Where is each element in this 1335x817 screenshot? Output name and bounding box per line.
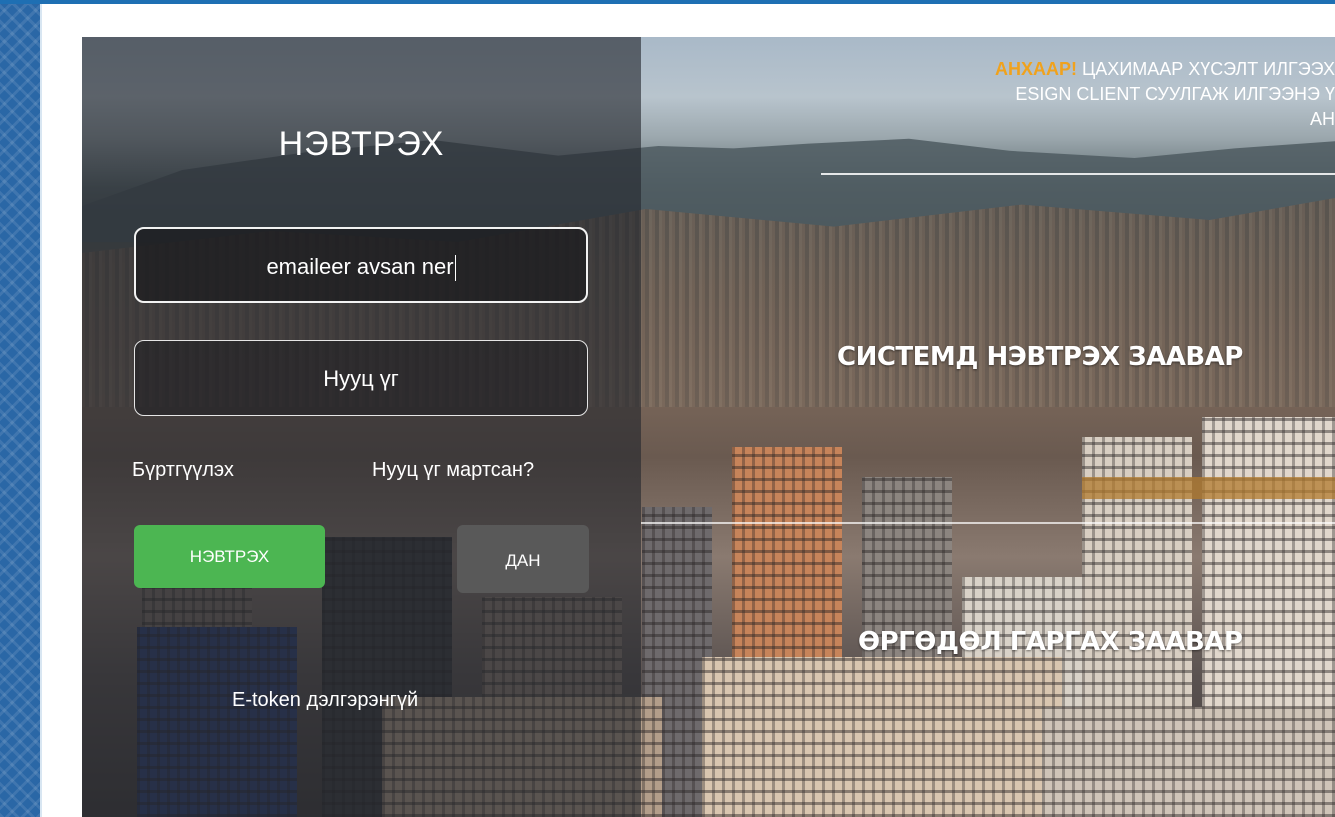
- side-divider: [40, 4, 42, 817]
- system-login-guide-link[interactable]: СИСТЕМД НЭВТРЭХ ЗААВАР: [837, 342, 1243, 372]
- register-link[interactable]: Бүртгүүлэх: [132, 459, 234, 482]
- login-button[interactable]: НЭВТРЭХ: [134, 525, 325, 588]
- forgot-password-link[interactable]: Нууц үг мартсан?: [372, 459, 534, 482]
- notice-line-1: ЦАХИМААР ХҮСЭЛТ ИЛГЭЭХ: [1076, 59, 1335, 79]
- top-bar: [0, 0, 1335, 4]
- side-pattern: [0, 4, 40, 817]
- etoken-details-link[interactable]: E-token дэлгэрэнгүй: [232, 689, 418, 712]
- warning-label: АНХААР!: [994, 59, 1077, 79]
- notice-line-3: АН: [1309, 109, 1335, 129]
- building: [702, 657, 1062, 817]
- application-guide-link[interactable]: ӨРГӨДӨЛ ГАРГАХ ЗААВАР: [858, 627, 1243, 657]
- username-value: emaileer avsan ner: [266, 254, 454, 279]
- login-panel: НЭВТРЭХ emaileer avsan ner Нууц үг Бүртг…: [82, 37, 641, 817]
- password-placeholder: Нууц үг: [323, 366, 399, 391]
- password-input[interactable]: Нууц үг: [134, 340, 588, 416]
- building: [1042, 707, 1335, 817]
- section-divider: [641, 522, 1335, 524]
- building-stripe: [1082, 477, 1335, 499]
- username-input[interactable]: emaileer avsan ner: [134, 227, 588, 303]
- notice-line-2: ESIGN CLIENT СУУЛГАЖ ИЛГЭЭНЭ Ү: [1015, 84, 1335, 104]
- notice-divider: [821, 173, 1335, 175]
- text-cursor: [454, 255, 456, 282]
- warning-notice: АНХААР! ЦАХИМААР ХҮСЭЛТ ИЛГЭЭХ ESIGN CLI…: [842, 57, 1335, 132]
- dan-button[interactable]: ДАН: [457, 525, 589, 593]
- login-title: НЭВТРЭХ: [278, 125, 445, 163]
